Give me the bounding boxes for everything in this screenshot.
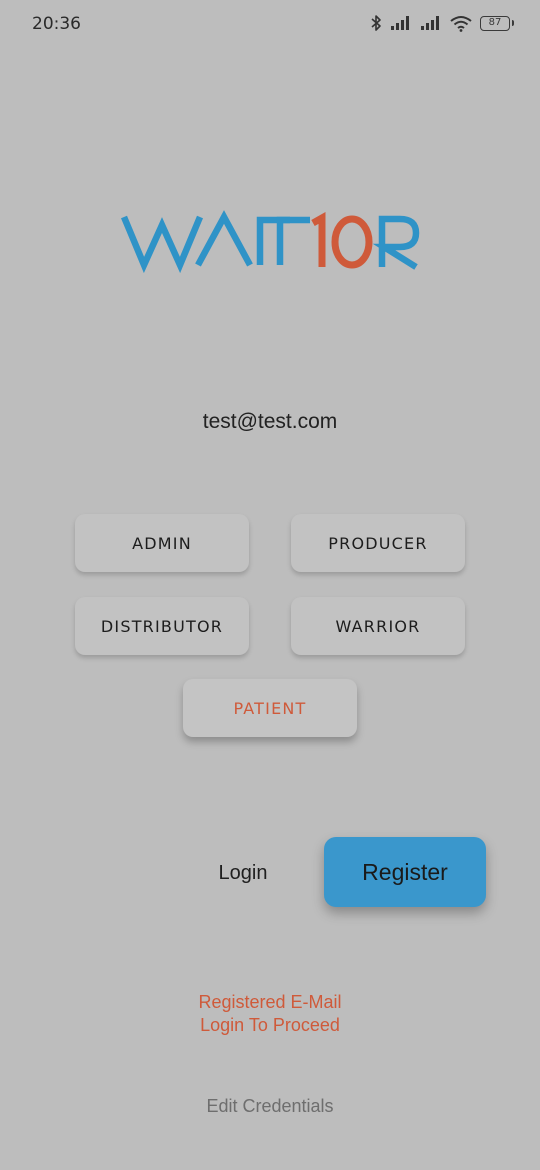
signal-icon (420, 15, 442, 31)
login-button[interactable]: Login (198, 856, 288, 890)
wifi-icon (450, 15, 472, 32)
role-warrior-button[interactable]: WARRIOR (291, 597, 465, 655)
role-distributor-button[interactable]: DISTRIBUTOR (75, 597, 249, 655)
edit-credentials-button[interactable]: Edit Credentials (0, 1096, 540, 1117)
message-line-2: Login To Proceed (200, 1015, 340, 1035)
bluetooth-icon (370, 14, 382, 32)
battery-icon: 87 (480, 15, 514, 31)
user-email: test@test.com (202, 410, 338, 433)
battery-level: 87 (488, 16, 502, 28)
role-producer-button[interactable]: PRODUCER (291, 514, 465, 572)
role-admin-button[interactable]: ADMIN (75, 514, 249, 572)
signal-icon (390, 15, 412, 31)
message-line-1: Registered E-Mail (198, 992, 342, 1012)
register-button[interactable]: Register (324, 837, 486, 907)
status-bar: 20:36 87 (0, 0, 540, 48)
status-message: Registered E-Mail Login To Proceed (0, 991, 540, 1037)
app-logo (0, 195, 540, 275)
status-time: 20:36 (32, 14, 81, 34)
role-patient-button[interactable]: PATIENT (183, 679, 357, 737)
status-icons: 87 (370, 14, 514, 32)
